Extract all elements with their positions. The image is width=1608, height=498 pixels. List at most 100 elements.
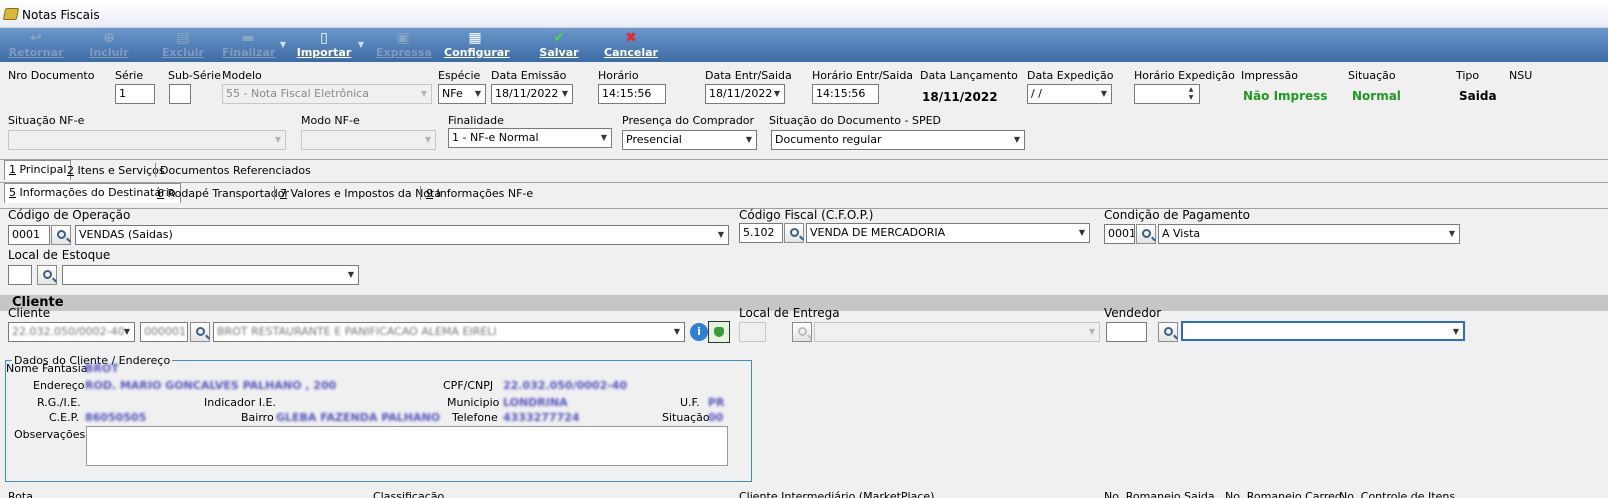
situacao-label: Situação bbox=[1348, 69, 1396, 82]
excluir-button[interactable]: ▤ Excluir bbox=[160, 28, 206, 62]
salvar-button[interactable]: ✔ Salvar bbox=[536, 28, 582, 62]
cep-value: 86050505 bbox=[85, 411, 147, 424]
data-entr-input[interactable]: 18/11/2022 bbox=[705, 84, 785, 104]
local-estoque-select[interactable] bbox=[62, 265, 359, 285]
uf-label: U.F. bbox=[680, 396, 700, 409]
horario-exped-label: Horário Expedição bbox=[1134, 69, 1235, 82]
tipo-label: Tipo bbox=[1456, 69, 1480, 82]
data-exped-label: Data Expedição bbox=[1027, 69, 1114, 82]
data-emissao-label: Data Emissão bbox=[491, 69, 567, 82]
data-emissao-input[interactable]: 18/11/2022 bbox=[491, 84, 573, 104]
situacao-sped-select[interactable]: Documento regular bbox=[771, 130, 1025, 150]
horario-entr-input[interactable]: 14:15:56 bbox=[812, 84, 879, 104]
tab-rodape-transportador[interactable]: 6 Rodapé Transportador bbox=[153, 185, 293, 203]
controle-itens-label: No. Controle de Itens bbox=[1339, 490, 1456, 498]
local-entrega-code-input[interactable] bbox=[739, 322, 766, 342]
cliente-label: Cliente bbox=[8, 306, 51, 320]
cancelar-button[interactable]: ✖ Cancelar bbox=[604, 28, 658, 62]
situacao-nfe-select[interactable] bbox=[8, 130, 286, 150]
vendedor-select[interactable] bbox=[1181, 321, 1465, 341]
search-icon bbox=[43, 270, 52, 279]
cod-operacao-select[interactable]: VENDAS (Saidas) bbox=[75, 225, 729, 245]
cliente-select[interactable]: BROT RESTAURANTE E PANIFICACAO ALEMA EIR… bbox=[213, 322, 685, 342]
modo-nfe-select[interactable] bbox=[301, 130, 436, 150]
nome-fantasia-label: Nome Fantasia bbox=[6, 362, 88, 375]
dropdown-arrow-icon: ▼ bbox=[279, 40, 286, 49]
telefone-value: 4333277724 bbox=[503, 411, 580, 424]
finalizar-button[interactable]: ▬ Finalizar ▼ bbox=[222, 28, 286, 62]
cod-operacao-label: Código de Operação bbox=[8, 208, 131, 222]
main-tab-bar: 1 Principal 2 Itens e Serviços Documento… bbox=[0, 159, 1608, 180]
horario-entr-label: Horário Entr/Saida bbox=[812, 69, 914, 82]
vendedor-label: Vendedor bbox=[1104, 306, 1162, 320]
municipio-value: LONDRINA bbox=[503, 396, 568, 409]
vendedor-search-button[interactable] bbox=[1158, 322, 1178, 342]
subserie-input[interactable] bbox=[169, 84, 191, 104]
finalidade-label: Finalidade bbox=[448, 114, 504, 127]
vendedor-code-input[interactable] bbox=[1106, 322, 1147, 342]
cond-pagamento-select[interactable]: A Vista bbox=[1158, 224, 1460, 244]
presenca-select[interactable]: Presencial bbox=[622, 130, 757, 150]
especie-select[interactable]: NFe bbox=[438, 84, 486, 104]
local-entrega-select[interactable] bbox=[814, 322, 1100, 342]
cond-pagamento-code-input[interactable]: 0001 bbox=[1104, 224, 1135, 244]
cfop-select[interactable]: VENDA DE MERCADORIA bbox=[806, 223, 1090, 243]
horario-exped-input[interactable]: ▲ ▼ bbox=[1134, 84, 1200, 104]
cliente-cnpj-select[interactable]: 22.032.050/0002-40 bbox=[8, 322, 135, 342]
cfop-search-button[interactable] bbox=[784, 223, 804, 243]
title-bar: Notas Fiscais bbox=[0, 0, 1608, 28]
incluir-button[interactable]: ⊕ Incluir bbox=[86, 28, 132, 62]
romaneio-saida-label: No. Romaneio Saida bbox=[1104, 490, 1215, 498]
data-lanc-label: Data Lançamento bbox=[920, 69, 1018, 82]
cod-operacao-search-button[interactable] bbox=[51, 225, 71, 245]
cep-label: C.E.P. bbox=[49, 411, 80, 424]
finalize-icon: ▬ bbox=[241, 30, 255, 46]
local-entrega-search-button[interactable] bbox=[792, 322, 812, 342]
local-estoque-label: Local de Estoque bbox=[8, 248, 111, 262]
local-estoque-search-button[interactable] bbox=[37, 265, 57, 285]
expressa-button[interactable]: ▣ Expressa bbox=[376, 28, 432, 62]
tab-documentos-referenciados[interactable]: Documentos Referenciados bbox=[156, 162, 315, 180]
local-entrega-label: Local de Entrega bbox=[739, 306, 840, 320]
importar-button[interactable]: ▯ Importar ▼ bbox=[296, 28, 364, 62]
retornar-button[interactable]: ↩ Retornar bbox=[8, 28, 64, 62]
observacoes-textarea[interactable] bbox=[86, 426, 728, 466]
info-icon[interactable]: i bbox=[690, 323, 708, 341]
intermediario-label: Cliente Intermediário (MarketPlace) bbox=[739, 490, 935, 498]
cfop-code-input[interactable]: 5.102 bbox=[739, 223, 783, 243]
search-icon bbox=[196, 327, 205, 336]
cliente-search-button[interactable] bbox=[190, 322, 210, 342]
search-icon bbox=[57, 230, 66, 239]
modelo-label: Modelo bbox=[222, 69, 262, 82]
modelo-select[interactable]: 55 - Nota Fiscal Eletrônica bbox=[222, 84, 432, 104]
endereco-value: ROD. MARIO GONCALVES PALHANO , 200 bbox=[85, 379, 337, 392]
impressao-label: Impressão bbox=[1241, 69, 1298, 82]
romaneio-carreg-label: No. Romaneio Carreg. bbox=[1225, 490, 1346, 498]
serie-input[interactable]: 1 bbox=[115, 84, 155, 104]
toolbar: ↩ Retornar ⊕ Incluir ▤ Excluir ▬ Finalizar ▼ … bbox=[0, 28, 1608, 62]
tab-informacoes-nfe[interactable]: 9 Informações NF-e bbox=[422, 185, 537, 203]
horario-input[interactable]: 14:15:56 bbox=[598, 84, 666, 104]
cpf-cnpj-value: 22.032.050/0002-40 bbox=[503, 379, 628, 392]
close-icon: ✖ bbox=[625, 30, 637, 46]
data-exped-input[interactable]: / / bbox=[1027, 84, 1112, 104]
finalidade-select[interactable]: 1 - NF-e Normal bbox=[448, 128, 612, 148]
especie-label: Espécie bbox=[438, 69, 481, 82]
sub-tab-bar: 5 Informações do Destinatário 6 Rodapé T… bbox=[0, 182, 1608, 203]
situacao-sped-label: Situação do Documento - SPED bbox=[769, 114, 942, 127]
configurar-button[interactable]: ▦ Configurar bbox=[444, 28, 510, 62]
local-estoque-code-input[interactable] bbox=[8, 265, 32, 285]
data-entr-label: Data Entr/Saida bbox=[705, 69, 792, 82]
spinner-icon[interactable]: ▲ ▼ bbox=[1184, 86, 1198, 102]
app-icon bbox=[2, 8, 20, 20]
search-icon bbox=[790, 228, 799, 237]
tab-principal[interactable]: 1 Principal bbox=[4, 160, 72, 180]
money-bag-icon[interactable] bbox=[708, 321, 730, 343]
cond-pagamento-search-button[interactable] bbox=[1136, 224, 1156, 244]
dropdown-arrow-icon: ▼ bbox=[357, 40, 364, 49]
cod-operacao-code-input[interactable]: 0001 bbox=[8, 225, 50, 245]
cliente-code-input[interactable]: 000001 bbox=[140, 322, 188, 342]
tab-itens-servicos[interactable]: 2 Itens e Serviços bbox=[63, 162, 169, 180]
add-icon: ⊕ bbox=[103, 30, 115, 46]
cfop-label: Código Fiscal (C.F.O.P.) bbox=[739, 208, 874, 222]
